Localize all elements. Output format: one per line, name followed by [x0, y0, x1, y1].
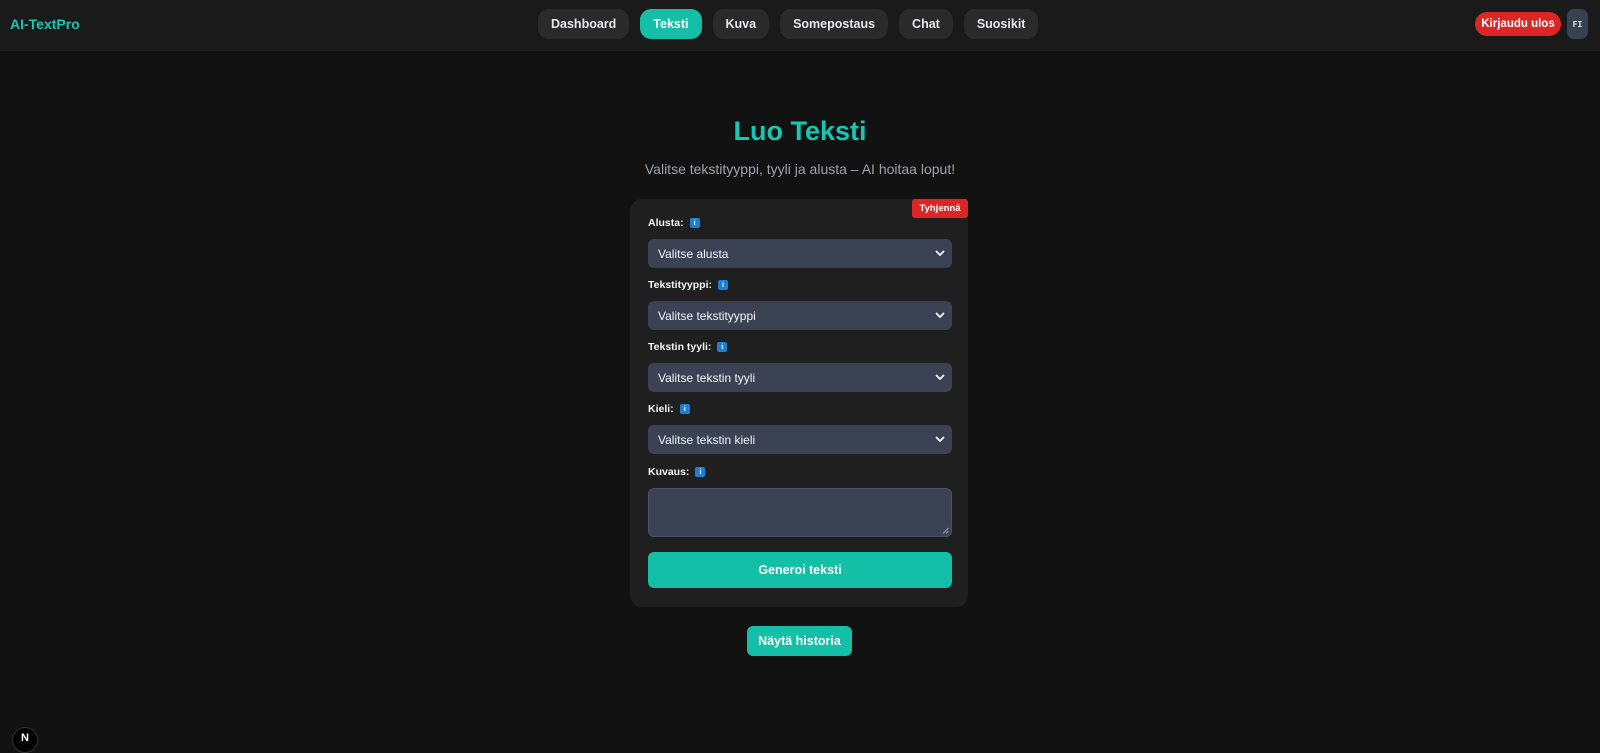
text-style-select[interactable]: Valitse tekstin tyyli — [648, 363, 952, 392]
chevron-down-icon — [935, 250, 945, 256]
text-style-label-text: Tekstin tyyli: — [648, 341, 712, 353]
language-select-value: Valitse tekstin kieli — [658, 432, 756, 447]
top-navbar: AI-TextPro Dashboard Teksti Kuva Somepos… — [0, 0, 1600, 51]
logout-button[interactable]: Kirjaudu ulos — [1475, 12, 1561, 36]
language-label-text: Kieli: — [648, 403, 674, 415]
nav-somepostaus[interactable]: Somepostaus — [780, 9, 889, 39]
nav-chat[interactable]: Chat — [899, 9, 953, 39]
show-history-button[interactable]: Näytä historia — [747, 626, 852, 656]
info-icon[interactable]: i — [689, 218, 700, 228]
nav-dashboard[interactable]: Dashboard — [538, 9, 630, 39]
language-label: Kieli: i — [648, 402, 690, 416]
nav-teksti[interactable]: Teksti — [640, 9, 702, 39]
text-style-select-value: Valitse tekstin tyyli — [658, 370, 756, 385]
info-icon[interactable]: i — [717, 342, 728, 352]
dev-tools-badge[interactable]: N — [12, 727, 38, 753]
platform-select-value: Valitse alusta — [658, 246, 729, 261]
language-select[interactable]: Valitse tekstin kieli — [648, 425, 952, 454]
platform-label-text: Alusta: — [648, 217, 684, 229]
text-type-select-value: Valitse tekstityyppi — [658, 308, 756, 323]
page-title: Luo Teksti — [733, 116, 867, 146]
text-style-label: Tekstin tyyli: i — [648, 340, 728, 354]
platform-label: Alusta: i — [648, 216, 700, 230]
nav-kuva[interactable]: Kuva — [712, 9, 770, 39]
nav-suosikit[interactable]: Suosikit — [963, 9, 1039, 39]
main-nav: Dashboard Teksti Kuva Somepostaus Chat S… — [538, 9, 1039, 39]
language-switch-button[interactable]: FI — [1567, 9, 1588, 39]
chevron-down-icon — [935, 436, 945, 442]
text-type-label: Tekstityyppi: i — [648, 278, 728, 292]
description-label-text: Kuvaus: — [648, 466, 690, 478]
page-subtitle: Valitse tekstityyppi, tyyli ja alusta – … — [644, 161, 956, 177]
chevron-down-icon — [935, 374, 945, 380]
chevron-down-icon — [935, 312, 945, 318]
platform-select[interactable]: Valitse alusta — [648, 239, 952, 268]
text-type-select[interactable]: Valitse tekstityyppi — [648, 301, 952, 330]
text-type-label-text: Tekstityyppi: — [648, 279, 712, 291]
info-icon[interactable]: i — [679, 404, 690, 414]
description-textarea[interactable] — [648, 488, 952, 537]
description-label: Kuvaus: i — [648, 465, 706, 479]
text-form-card: Tyhjennä Alusta: i Valitse alusta Teksti… — [630, 199, 968, 607]
brand-logo[interactable]: AI-TextPro — [10, 16, 80, 32]
resize-handle-icon[interactable] — [942, 527, 949, 534]
info-icon[interactable]: i — [695, 467, 706, 477]
info-icon[interactable]: i — [717, 280, 728, 290]
clear-form-button[interactable]: Tyhjennä — [912, 199, 968, 218]
generate-text-button[interactable]: Generoi teksti — [648, 552, 952, 588]
